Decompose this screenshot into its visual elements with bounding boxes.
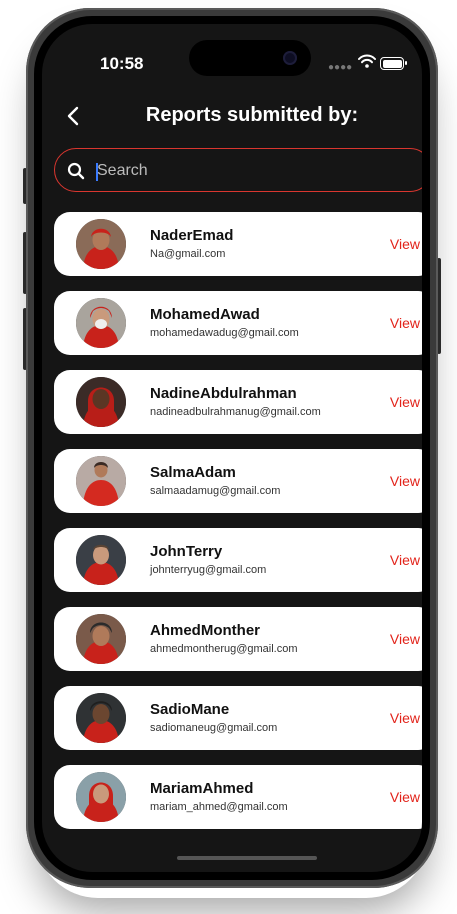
view-button[interactable]: View [390,710,420,726]
status-time: 10:58 [100,54,144,73]
app-screen: 10:58 ●●●● Reports submitted by: Search … [42,24,422,872]
avatar [76,693,126,743]
page-title: Reports submitted by: [145,104,359,126]
reporter-card[interactable]: NaderEmad Na@gmail.com View [54,212,422,276]
view-button[interactable]: View [390,552,420,568]
reporter-name: MohamedAwad [150,306,260,323]
avatar [76,456,126,506]
reporter-card[interactable]: MariamAhmed mariam_ahmed@gmail.com View [54,765,422,829]
search-bar[interactable] [54,148,422,192]
avatar [76,535,126,585]
phone-frame: 10:58 ●●●● Reports submitted by: Search … [26,8,438,888]
reporter-card[interactable]: SadioMane sadiomaneug@gmail.com View [54,686,422,750]
reporter-card[interactable]: AhmedMonther ahmedmontherug@gmail.com Vi… [54,607,422,671]
view-button[interactable]: View [390,315,420,331]
reporters-list: NaderEmad Na@gmail.com View MohamedAwad … [54,212,422,844]
reporter-name: SalmaAdam [150,464,236,481]
reporter-email: nadineadbulrahmanug@gmail.com [150,406,321,418]
chevron-left-icon[interactable] [62,104,86,128]
reporter-name: NaderEmad [150,227,234,244]
wifi-icon [358,54,376,68]
dynamic-island [189,40,311,76]
reporter-name: JohnTerry [150,543,223,560]
view-button[interactable]: View [390,789,420,805]
phone-bezel: 10:58 ●●●● Reports submitted by: Search … [34,16,430,880]
reporter-email: salmaadamug@gmail.com [150,485,281,497]
reporter-card[interactable]: MohamedAwad mohamedawadug@gmail.com View [54,291,422,355]
home-indicator[interactable] [177,856,317,860]
reporter-email: mariam_ahmed@gmail.com [150,801,288,813]
reporter-name: MariamAhmed [150,780,254,797]
reporter-email: sadiomaneug@gmail.com [150,722,278,734]
reporter-email: mohamedawadug@gmail.com [150,327,299,339]
camera-icon [283,51,297,65]
reporter-name: AhmedMonther [150,622,260,639]
reporter-email: johnterryug@gmail.com [150,564,267,576]
reporter-card[interactable]: NadineAbdulrahman nadineadbulrahmanug@gm… [54,370,422,434]
view-button[interactable]: View [390,394,420,410]
reporter-email: ahmedmontherug@gmail.com [150,643,298,655]
avatar [76,377,126,427]
avatar [76,614,126,664]
avatar [76,219,126,269]
search-icon [67,162,85,180]
battery-icon [380,57,407,70]
avatar [76,772,126,822]
view-button[interactable]: View [390,631,420,647]
reporter-card[interactable]: JohnTerry johnterryug@gmail.com View [54,528,422,592]
signal-dots-icon: ●●●● [328,62,353,73]
search-input[interactable] [95,157,399,185]
reporter-email: Na@gmail.com [150,248,226,260]
reporter-name: SadioMane [150,701,230,718]
avatar [76,298,126,348]
reporter-name: NadineAbdulrahman [150,385,297,402]
reporter-card[interactable]: SalmaAdam salmaadamug@gmail.com View [54,449,422,513]
view-button[interactable]: View [390,473,420,489]
view-button[interactable]: View [390,236,420,252]
